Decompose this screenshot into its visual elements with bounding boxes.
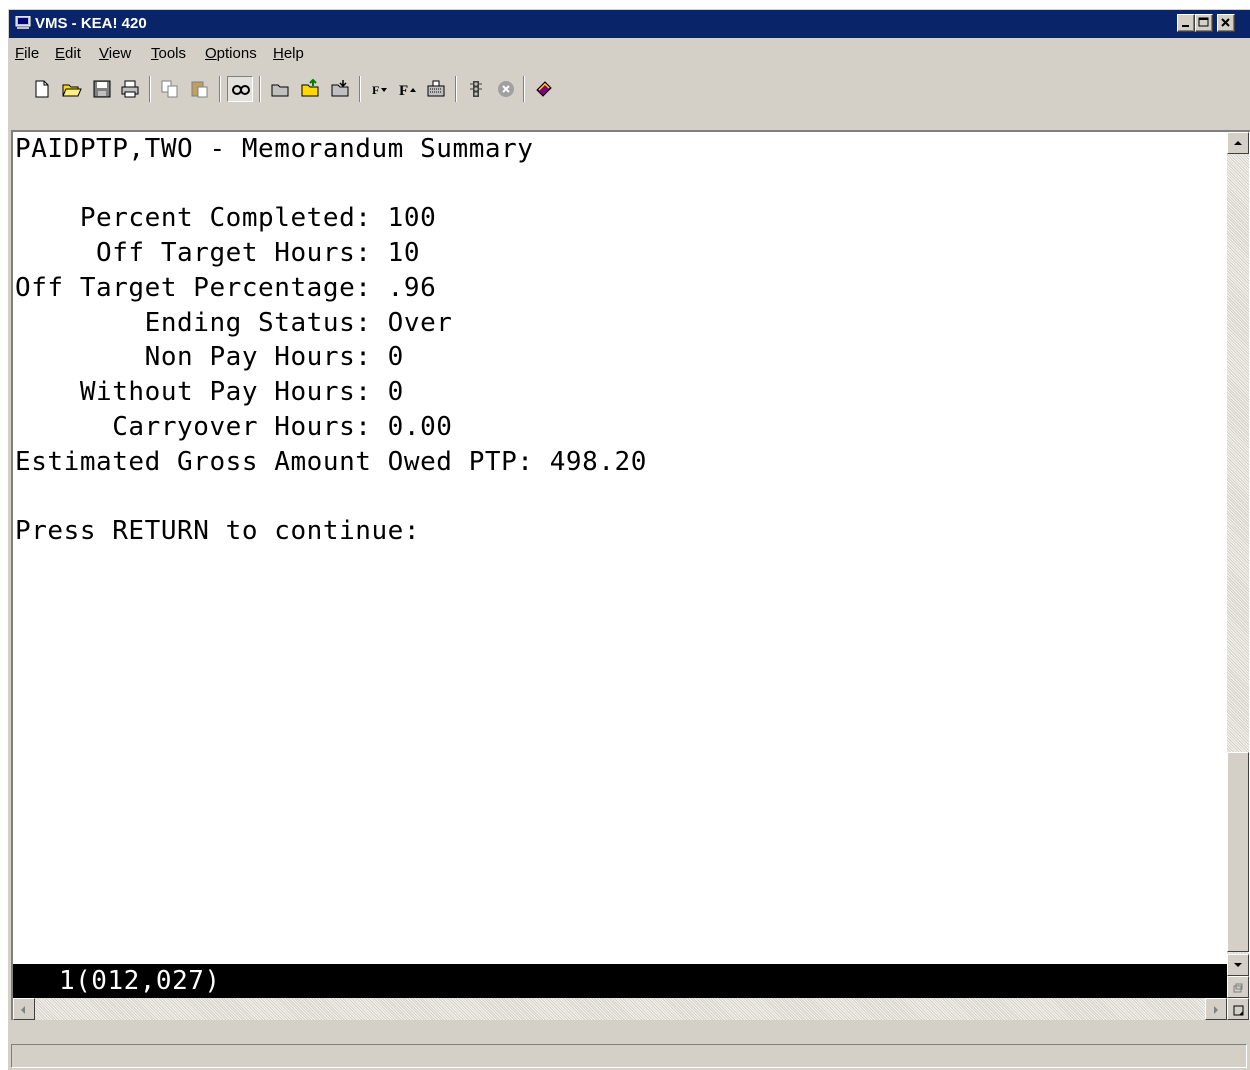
scroll-thumb[interactable] [1227,752,1249,952]
new-icon [35,80,49,98]
save-button[interactable] [89,76,115,102]
window-title: VMS - KEA! 420 [35,15,147,32]
terminal-line: Percent Completed: 100 [15,203,437,233]
terminal-app-icon[interactable] [15,15,31,30]
paste-button[interactable] [187,76,213,102]
font-larger-button[interactable]: F [395,76,421,102]
terminal-screen[interactable]: PAIDPTP,TWO - Memorandum Summary Percent… [13,132,1227,964]
menu-options[interactable]: Options [205,45,257,63]
arrow-left-icon [21,1006,25,1014]
minimize-icon [1182,25,1189,27]
menu-help[interactable]: Help [273,45,304,63]
folder-receive-button[interactable] [327,76,353,102]
terminal-line: Ending Status: Over [15,308,453,338]
terminal-line: Off Target Hours: 10 [15,238,421,268]
font-up-icon: F [399,83,416,99]
new-button[interactable] [29,76,55,102]
traffic-light-icon [470,81,482,97]
menu-file[interactable]: File [15,45,39,63]
close-button[interactable] [1217,14,1235,32]
terminal-line: Non Pay Hours: 0 [15,342,404,372]
horizontal-scrollbar[interactable] [13,998,1227,1020]
open-icon [62,84,82,97]
terminal-frame: PAIDPTP,TWO - Memorandum Summary Percent… [11,130,1250,1020]
scroll-right-button[interactable] [1205,998,1227,1020]
toolbar-separator [455,76,457,102]
scroll-down-button[interactable] [1227,954,1249,976]
terminal-status-line: 1(012,027) [13,964,1227,998]
folder-button[interactable] [267,76,293,102]
close-icon [1221,18,1230,27]
maximize-icon [1198,17,1209,27]
save-icon [93,80,111,98]
folder-send-icon [301,79,319,97]
resize-icon [1233,1005,1244,1016]
connect-icon [232,85,250,95]
menu-tools[interactable]: Tools [151,45,186,63]
traffic-light-button[interactable] [463,76,489,102]
minimize-button[interactable] [1177,14,1195,32]
terminal-line: Carryover Hours: 0.00 [15,412,453,442]
toolbar: F F [9,68,1250,128]
book-icon [536,81,552,97]
terminal-line: Estimated Gross Amount Owed PTP: 498.20 [15,447,647,477]
scroll-left-button[interactable] [13,998,35,1020]
resize-corner-button[interactable] [1227,998,1249,1020]
print-button[interactable] [117,76,143,102]
svg-text:F: F [399,83,408,99]
font-smaller-button[interactable]: F [367,76,393,102]
toolbar-separator [359,76,361,102]
folder-send-button[interactable] [297,76,323,102]
stop-icon [498,81,514,97]
toolbar-separator [219,76,221,102]
open-button[interactable] [59,76,85,102]
connect-button[interactable] [227,76,253,102]
folder-icon [271,84,289,97]
font-down-icon: F [372,83,387,97]
title-bar[interactable]: VMS - KEA! 420 [9,10,1250,38]
scroll-up-button[interactable] [1227,132,1249,154]
copy-icon [161,80,178,98]
print-icon [121,80,139,98]
stop-button[interactable] [493,76,519,102]
menu-bar: File Edit View Tools Options Help [9,40,1250,66]
copy-button[interactable] [157,76,183,102]
book-button[interactable] [531,76,557,102]
menu-edit[interactable]: Edit [55,45,81,63]
maximize-button[interactable] [1195,14,1213,32]
page-restore-button[interactable] [1227,976,1249,998]
paste-icon [191,81,208,98]
app-window: VMS - KEA! 420 File Edit View Tools Opti… [8,9,1250,1070]
keyboard-icon [427,80,445,97]
arrow-right-icon [1214,1006,1218,1014]
vertical-scrollbar[interactable] [1227,132,1249,998]
terminal-line: Without Pay Hours: 0 [15,377,404,407]
toolbar-separator [149,76,151,102]
cursor-position: 1(012,027) [59,966,221,996]
restore-icon [1233,983,1243,993]
menu-view[interactable]: View [99,45,131,63]
toolbar-separator [259,76,261,102]
toolbar-separator [523,76,525,102]
folder-receive-icon [331,80,349,97]
arrow-up-icon [1234,141,1242,145]
terminal-line: PAIDPTP,TWO - Memorandum Summary [15,134,534,164]
terminal-line: Press RETURN to continue: [15,516,421,546]
keyboard-button[interactable] [423,76,449,102]
status-bar [11,1044,1247,1068]
svg-text:F: F [372,83,379,97]
arrow-down-icon [1234,963,1242,967]
terminal-line: Off Target Percentage: .96 [15,273,437,303]
